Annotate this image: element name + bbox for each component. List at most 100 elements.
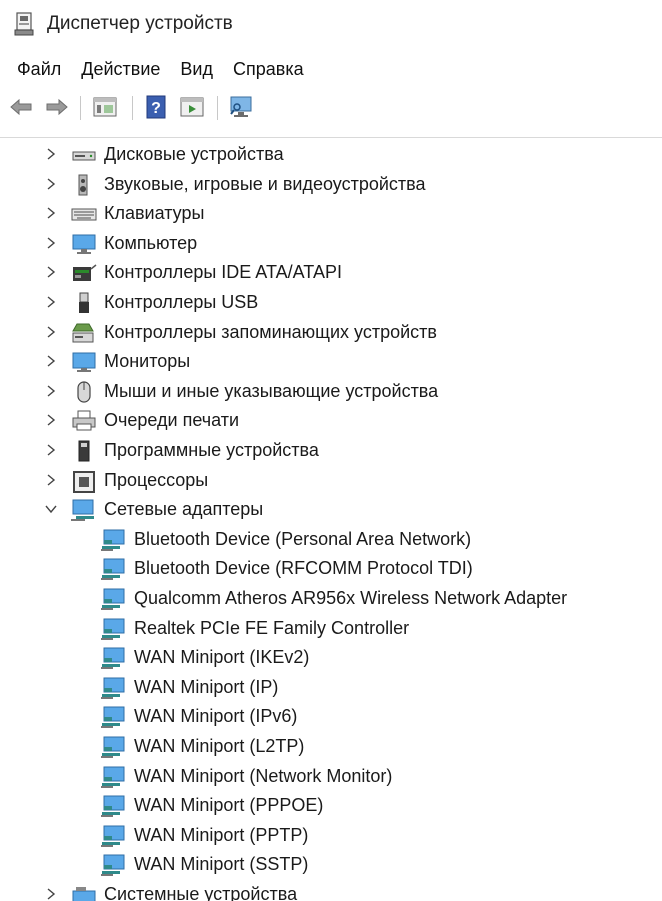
network-adapter-icon <box>101 529 125 551</box>
tree-device-label: WAN Miniport (SSTP) <box>134 854 309 875</box>
expand-chevron-icon[interactable] <box>44 442 58 458</box>
expand-chevron-icon[interactable] <box>44 383 58 399</box>
network-adapter-icon <box>101 795 125 818</box>
tree-device-row[interactable]: Bluetooth Device (Personal Area Network) <box>0 525 662 554</box>
network-adapter-icon <box>101 854 125 877</box>
tree-category-label: Процессоры <box>104 469 209 490</box>
monitor-scan-icon <box>230 96 252 117</box>
tree-device-label: WAN Miniport (L2TP) <box>134 736 305 756</box>
tree-category-row[interactable]: Звуковые, игровые и видеоустройства <box>0 170 662 199</box>
tree-category-row[interactable]: Клавиатуры <box>0 199 662 228</box>
tree-device-row[interactable]: WAN Miniport (SSTP) <box>0 850 662 879</box>
network-adapter-icon <box>101 677 125 699</box>
network-adapter-icon <box>101 825 125 847</box>
tree-category-row[interactable]: Процессоры <box>0 466 662 495</box>
network-adapter-icon <box>101 588 125 610</box>
tree-category-row[interactable]: Мыши и иные указывающие устройства <box>0 377 662 406</box>
back-icon <box>10 98 32 116</box>
tree-device-row[interactable]: Realtek PCIe FE Family Controller <box>0 614 662 643</box>
expand-chevron-icon[interactable] <box>44 264 58 280</box>
tree-category-row[interactable]: Контроллеры USB <box>0 288 662 317</box>
tree-category-label: Контроллеры USB <box>104 292 259 312</box>
monitor-icon <box>72 352 96 373</box>
tree-category-label: Очереди печати <box>104 410 240 431</box>
tree-category-row[interactable]: Очереди печати <box>0 406 662 435</box>
tree-category-label: Программные устройства <box>104 440 319 460</box>
network-adapter-icon <box>101 766 125 788</box>
tree-category-row[interactable]: Системные устройства <box>0 880 662 901</box>
tree-device-label: WAN Miniport (PPPOE) <box>134 795 324 816</box>
keyboard-icon <box>71 208 97 221</box>
computer-icon <box>72 234 96 254</box>
network-adapter-icon <box>101 558 125 581</box>
network-adapter-icon <box>71 499 94 522</box>
expand-chevron-icon[interactable] <box>44 205 58 221</box>
expand-chevron-icon[interactable] <box>44 324 58 340</box>
storage-controller-icon <box>72 323 94 343</box>
tree-device-row[interactable]: WAN Miniport (L2TP) <box>0 732 662 761</box>
menu-help[interactable]: Справка <box>223 54 314 84</box>
tree-device-row[interactable]: WAN Miniport (PPPOE) <box>0 791 662 820</box>
expand-chevron-icon[interactable] <box>44 235 58 251</box>
network-adapter-icon <box>101 618 125 640</box>
tree-category-label: Контроллеры запоминающих устройств <box>104 321 437 342</box>
tree-category-row[interactable]: Сетевые адаптеры <box>0 495 662 524</box>
usb-icon <box>79 292 89 313</box>
toolbar-separator <box>132 96 133 120</box>
tree-category-label: Компьютер <box>104 232 198 253</box>
tree-device-label: WAN Miniport (IP) <box>134 676 279 697</box>
window-title: Диспетчер устройств <box>47 13 233 34</box>
processor-icon <box>73 470 95 493</box>
network-adapter-icon <box>101 736 125 758</box>
collapse-chevron-icon[interactable] <box>44 501 58 517</box>
run-button[interactable] <box>179 94 205 120</box>
system-device-icon <box>72 887 96 901</box>
speaker-icon <box>78 174 88 196</box>
tree-category-row[interactable]: Контроллеры IDE ATA/ATAPI <box>0 258 662 287</box>
tree-category-label: Дисковые устройства <box>104 144 284 164</box>
ide-controller-icon <box>73 264 97 282</box>
expand-chevron-icon[interactable] <box>44 176 58 192</box>
back-button[interactable] <box>8 94 34 120</box>
help-icon: ? <box>146 95 166 119</box>
tree-device-row[interactable]: Qualcomm Atheros AR956x Wireless Network… <box>0 584 662 613</box>
properties-button[interactable] <box>92 94 118 120</box>
forward-icon <box>46 98 68 116</box>
tree-device-row[interactable]: WAN Miniport (PPTP) <box>0 821 662 850</box>
menu-action[interactable]: Действие <box>71 54 170 84</box>
tree-category-row[interactable]: Контроллеры запоминающих устройств <box>0 318 662 347</box>
tree-device-label: WAN Miniport (Network Monitor) <box>134 765 393 786</box>
forward-button[interactable] <box>44 94 70 120</box>
tree-device-row[interactable]: WAN Miniport (IPv6) <box>0 702 662 731</box>
expand-chevron-icon[interactable] <box>44 412 58 428</box>
tree-category-row[interactable]: Дисковые устройства <box>0 140 662 169</box>
tree-device-row[interactable]: WAN Miniport (IKEv2) <box>0 643 662 672</box>
expand-chevron-icon[interactable] <box>44 146 58 162</box>
menu-file[interactable]: Файл <box>7 54 71 84</box>
help-button[interactable]: ? <box>143 94 169 120</box>
network-adapter-icon <box>101 647 125 670</box>
scan-hardware-button[interactable] <box>228 94 254 120</box>
svg-text:?: ? <box>151 100 161 117</box>
expand-chevron-icon[interactable] <box>44 294 58 310</box>
tree-device-row[interactable]: WAN Miniport (IP) <box>0 673 662 702</box>
tree-category-row[interactable]: Компьютер <box>0 229 662 258</box>
tree-device-label: WAN Miniport (IPv6) <box>134 706 298 727</box>
tree-category-label: Клавиатуры <box>104 203 205 224</box>
mouse-icon <box>77 381 91 403</box>
tree-device-row[interactable]: Bluetooth Device (RFCOMM Protocol TDI) <box>0 554 662 583</box>
menu-view[interactable]: Вид <box>170 54 223 84</box>
tree-category-row[interactable]: Мониторы <box>0 347 662 376</box>
expand-chevron-icon[interactable] <box>44 886 58 901</box>
run-icon <box>180 97 204 117</box>
tree-device-label: Bluetooth Device (Personal Area Network) <box>134 528 472 549</box>
tree-category-row[interactable]: Программные устройства <box>0 436 662 465</box>
expand-chevron-icon[interactable] <box>44 472 58 488</box>
toolbar-separator <box>80 96 81 120</box>
expand-chevron-icon[interactable] <box>44 353 58 369</box>
printer-icon <box>72 410 96 431</box>
tree-device-row[interactable]: WAN Miniport (Network Monitor) <box>0 762 662 791</box>
tree-device-label: WAN Miniport (PPTP) <box>134 824 309 845</box>
tree-category-label: Мониторы <box>104 351 191 372</box>
network-adapter-icon <box>101 706 125 729</box>
